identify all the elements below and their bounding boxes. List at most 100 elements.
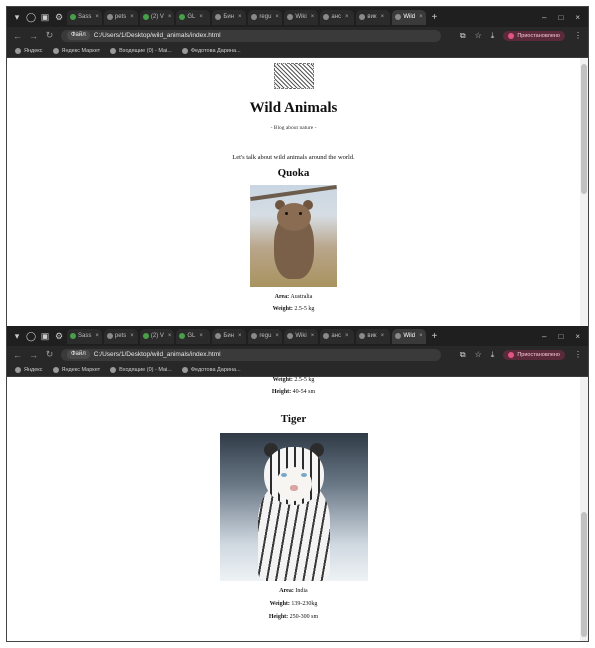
scrollbar-thumb[interactable] (581, 512, 587, 637)
close-icon[interactable]: × (95, 14, 99, 20)
download-icon[interactable]: ⤓ (491, 350, 495, 360)
bookmark-item[interactable]: Федотова Дарина... (181, 47, 241, 54)
tab-sass[interactable]: Sass × (67, 9, 102, 25)
address-bar[interactable]: Файл C:/Users/1/Desktop/wild_animals/ind… (61, 29, 441, 42)
close-icon[interactable]: × (345, 333, 349, 339)
tab-whatsapp[interactable]: (2) V × (139, 328, 175, 344)
tab-whatsapp[interactable]: (2) V × (139, 9, 175, 25)
scrollbar-thumb[interactable] (581, 64, 587, 194)
close-icon[interactable]: × (130, 333, 134, 339)
profile-paused-button[interactable]: Приостановлено (503, 349, 565, 360)
tab-gl[interactable]: GL × (176, 328, 211, 344)
close-window-icon[interactable]: × (575, 13, 580, 22)
back-arrow-icon[interactable]: ← (13, 31, 22, 41)
download-icon[interactable]: ⤓ (491, 31, 495, 41)
bookmark-item[interactable]: Яндекс Маркет (52, 47, 100, 54)
forward-arrow-icon[interactable]: → (29, 350, 38, 360)
star-icon[interactable]: ☆ (475, 31, 482, 40)
address-url[interactable]: C:/Users/1/Desktop/wild_animals/index.ht… (94, 32, 221, 39)
bookmark-item[interactable]: Яндекс Маркет (52, 366, 100, 373)
page-scrollbar[interactable] (580, 58, 588, 327)
reload-icon[interactable]: ↻ (45, 349, 54, 360)
gear-icon[interactable]: ⚙ (53, 11, 65, 23)
tab-favicon-icon (106, 333, 113, 339)
close-window-icon[interactable]: × (575, 332, 580, 341)
maximize-icon[interactable]: □ (558, 13, 563, 22)
bookmark-item[interactable]: Яндекс (15, 366, 43, 373)
menu-kebab-icon[interactable]: ⋮ (574, 31, 582, 40)
tab-bin[interactable]: Бин × (212, 328, 247, 344)
tab-wild-animals[interactable]: Wild × (392, 9, 427, 25)
tab-wiki[interactable]: Wiki × (284, 9, 319, 25)
bookmarks-bar: Яндекс Яндекс Маркет Входящие (0) - Mai.… (7, 363, 588, 377)
minimize-icon[interactable]: – (542, 332, 546, 341)
close-icon[interactable]: × (311, 14, 315, 20)
github-icon[interactable]: ◯ (25, 11, 37, 23)
forward-arrow-icon[interactable]: → (29, 31, 38, 41)
animal-weight: Weight: 2.5-5 kg (272, 377, 315, 383)
close-icon[interactable]: × (419, 333, 423, 339)
close-icon[interactable]: × (381, 333, 385, 339)
tab-favicon-icon (179, 333, 186, 339)
address-url[interactable]: C:/Users/1/Desktop/wild_animals/index.ht… (94, 351, 221, 358)
new-tab-button[interactable]: + (428, 12, 440, 23)
gear-icon[interactable]: ⚙ (53, 330, 65, 342)
close-icon[interactable]: × (168, 333, 172, 339)
file-scheme-chip[interactable]: Файл (67, 350, 90, 359)
close-icon[interactable]: × (419, 14, 423, 20)
page-scrollbar[interactable] (580, 377, 588, 641)
close-icon[interactable]: × (238, 333, 242, 339)
reload-icon[interactable]: ↻ (45, 30, 54, 41)
tab-ans[interactable]: анс × (320, 328, 355, 344)
close-icon[interactable]: × (311, 333, 315, 339)
address-bar[interactable]: Файл C:/Users/1/Desktop/wild_animals/ind… (61, 348, 441, 361)
close-icon[interactable]: × (275, 14, 279, 20)
tab-vik[interactable]: вик × (356, 9, 391, 25)
close-icon[interactable]: × (130, 14, 134, 20)
window-icon[interactable]: ▣ (39, 11, 51, 23)
window-controls: – □ × (542, 332, 584, 341)
back-arrow-icon[interactable]: ← (13, 350, 22, 360)
tab-wild-animals[interactable]: Wild × (392, 328, 427, 344)
tab-pets[interactable]: pets × (103, 9, 138, 25)
bookmark-item[interactable]: Входящие (0) - Mai... (110, 47, 172, 54)
tab-wiki[interactable]: Wiki × (284, 328, 319, 344)
bookmark-icon (52, 366, 59, 373)
new-tab-button[interactable]: + (428, 331, 440, 342)
tab-pets[interactable]: pets × (103, 328, 138, 344)
tab-favicon-icon (215, 333, 222, 339)
tab-search-icon[interactable]: ▾ (11, 11, 23, 23)
translate-icon[interactable]: ⧉ (460, 31, 466, 41)
tab-favicon-icon (179, 14, 186, 20)
window-icon[interactable]: ▣ (39, 330, 51, 342)
close-icon[interactable]: × (95, 333, 99, 339)
tab-ans[interactable]: анс × (320, 9, 355, 25)
tab-regu[interactable]: regu × (248, 328, 283, 344)
bookmark-item[interactable]: Яндекс (15, 47, 43, 54)
star-icon[interactable]: ☆ (475, 350, 482, 359)
tab-sass[interactable]: Sass × (67, 328, 102, 344)
maximize-icon[interactable]: □ (558, 332, 563, 341)
bookmark-item[interactable]: Входящие (0) - Mai... (110, 366, 172, 373)
tab-gl[interactable]: GL × (176, 9, 211, 25)
close-icon[interactable]: × (381, 14, 385, 20)
tab-bin[interactable]: Бин × (212, 9, 247, 25)
animal-height: Height: 250-300 sm (268, 614, 319, 620)
tab-favicon-icon (323, 333, 330, 339)
bookmark-item[interactable]: Федотова Дарина... (181, 366, 241, 373)
tab-search-icon[interactable]: ▾ (11, 330, 23, 342)
file-scheme-chip[interactable]: Файл (67, 31, 90, 40)
github-icon[interactable]: ◯ (25, 330, 37, 342)
profile-paused-button[interactable]: Приостановлено (503, 30, 565, 41)
close-icon[interactable]: × (238, 14, 242, 20)
close-icon[interactable]: × (199, 333, 203, 339)
menu-kebab-icon[interactable]: ⋮ (574, 350, 582, 359)
tab-vik[interactable]: вик × (356, 328, 391, 344)
close-icon[interactable]: × (275, 333, 279, 339)
minimize-icon[interactable]: – (542, 13, 546, 22)
translate-icon[interactable]: ⧉ (460, 350, 466, 360)
close-icon[interactable]: × (168, 14, 172, 20)
close-icon[interactable]: × (345, 14, 349, 20)
close-icon[interactable]: × (199, 14, 203, 20)
tab-regu[interactable]: regu × (248, 9, 283, 25)
